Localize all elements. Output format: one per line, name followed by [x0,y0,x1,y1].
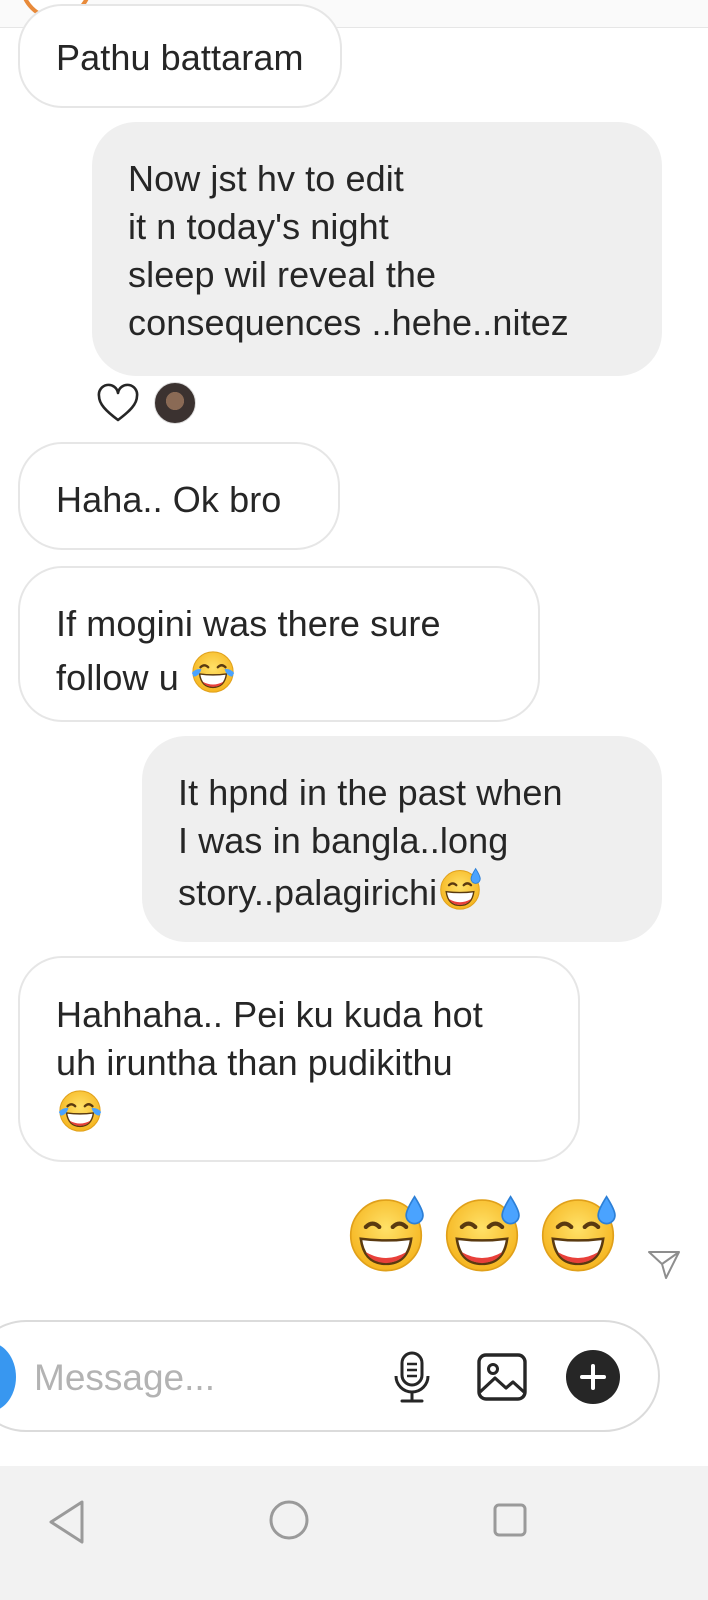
sent-status-icon [648,1251,680,1279]
message-text: it n today's night [128,206,389,247]
message-line: story..palagirichi [178,865,626,917]
tears-of-joy-icon [56,1087,104,1135]
message-text: It hpnd in the past when [178,772,563,813]
reactor-avatar[interactable] [154,382,196,424]
recent-apps-icon[interactable] [492,1502,528,1538]
dm-thread-screen: Pathu battaram Now jst hv to edit it n t… [0,0,708,1600]
android-nav-bar [0,1466,708,1600]
message-bubble-incoming[interactable]: Pathu battaram [18,4,342,108]
plus-icon [580,1364,606,1390]
message-bubble-incoming[interactable]: Haha.. Ok bro [18,442,340,550]
grinning-sweat-icon [437,865,483,911]
grinning-sweat-emoji-icon[interactable] [344,1190,428,1274]
home-icon[interactable] [268,1499,310,1541]
message-text: If mogini was there sure [56,603,441,644]
heart-outline-icon[interactable] [96,382,140,426]
message-input[interactable] [34,1348,354,1408]
message-text: follow u [56,657,179,698]
message-text: consequences ..hehe..nitez [128,302,569,343]
gallery-icon[interactable] [476,1352,528,1402]
message-bubble-outgoing[interactable]: It hpnd in the past when I was in bangla… [142,736,662,942]
message-line [56,1087,542,1141]
microphone-icon[interactable] [390,1350,434,1406]
message-bubble-outgoing[interactable]: Now jst hv to edit it n today's night sl… [92,122,662,376]
tears-of-joy-icon [189,648,237,696]
message-text: Pathu battaram [56,37,304,78]
message-text: sleep wil reveal the [128,254,437,295]
message-bubble-incoming[interactable]: If mogini was there sure follow u [18,566,540,722]
message-text: I was in bangla..long [178,820,509,861]
grinning-sweat-emoji-icon[interactable] [536,1190,620,1274]
message-text: Now jst hv to edit [128,158,404,199]
message-text: Hahhaha.. Pei ku kuda hot [56,994,483,1035]
plus-button[interactable] [566,1350,620,1404]
message-line: follow u [56,648,502,702]
message-bubble-incoming[interactable]: Hahhaha.. Pei ku kuda hot uh iruntha tha… [18,956,580,1162]
message-text: uh iruntha than pudikithu [56,1042,453,1083]
message-text: story..palagirichi [178,872,438,913]
back-icon[interactable] [46,1498,90,1546]
grinning-sweat-emoji-icon[interactable] [440,1190,524,1274]
message-text: Haha.. Ok bro [56,479,282,520]
